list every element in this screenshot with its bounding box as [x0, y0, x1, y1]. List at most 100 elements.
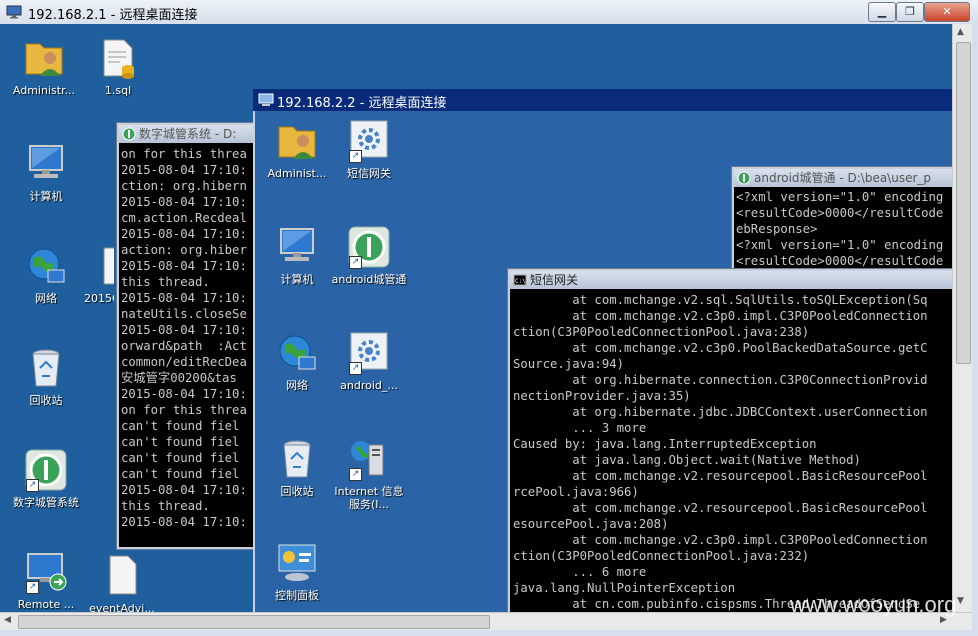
console-line: 2015-08-04 17:10: — [121, 387, 247, 401]
console-line: on for this threa — [121, 147, 247, 161]
desktop-icon-label: 计算机 — [280, 273, 314, 286]
window-frame-right — [972, 24, 978, 636]
scroll-down-arrow-icon[interactable]: ▼ — [957, 596, 964, 606]
vertical-scrollbar[interactable]: ▲ ▼ — [952, 24, 973, 612]
console-line: at com.mchange.v2.c3p0.impl.C3P0PooledCo… — [513, 309, 928, 323]
desktop2-icon-android-gear[interactable]: ↗ android_... — [329, 331, 409, 392]
console-line: this thread. — [121, 499, 210, 513]
inner-window-title: 192.168.2.2 - 远程桌面连接 — [277, 96, 447, 111]
shortcut-arrow-icon: ↗ — [349, 468, 362, 481]
console-line: ebResponse> — [736, 222, 818, 236]
desktop2-icon-sms-gateway[interactable]: ↗ 短信网关 — [329, 119, 409, 180]
file-icon — [109, 555, 137, 595]
desktop-icon-administrator[interactable]: Administr... — [4, 36, 84, 97]
inner-remote-window[interactable]: 192.168.2.2 - 远程桌面连接 Administ... ↗ 短信网关 … — [253, 89, 960, 618]
network-icon — [279, 335, 316, 370]
desktop2-icon-computer[interactable]: 计算机 — [257, 225, 337, 286]
desktop-icon-label: Internet 信息服务(I... — [334, 485, 404, 511]
console-line: at com.mchange.v2.resourcepool.BasicReso… — [513, 469, 928, 483]
console-line: can't found fiel — [121, 451, 240, 465]
console-line: on for this threa — [121, 403, 247, 417]
recycle-bin-icon — [283, 440, 311, 478]
app-icon — [737, 171, 751, 185]
desktop2-icon-administrator[interactable]: Administ... — [257, 119, 337, 180]
console-line: <resultCode>0000</resultCode — [736, 254, 944, 268]
console-line: <?xml version="1.0" encoding — [736, 190, 944, 204]
console-line: 2015-08-04 17:10: — [121, 195, 247, 209]
console-line: nateUtils.closeSe — [121, 307, 247, 321]
remote-desktop-1[interactable]: Administr... 1.sql 计算机 网络 2015 回收站 ↗ 数字城… — [0, 24, 960, 618]
desktop-icon-label: Administ... — [267, 167, 327, 180]
console-line: 2015-08-04 17:10: — [121, 259, 247, 273]
console-line: ction: org.hibern — [121, 179, 247, 193]
desktop-icon-event-advi[interactable]: eventAdvi... — [82, 554, 162, 615]
desktop-icon-network[interactable]: 网络 — [6, 244, 86, 305]
desktop-icon-label: 计算机 — [29, 190, 63, 203]
console-line: can't found fiel — [121, 467, 240, 481]
minimize-button[interactable]: ▁ — [868, 2, 896, 22]
console-title: android城管通 - D:\bea\user_p — [754, 171, 932, 185]
console-titlebar[interactable]: C:\ 短信网关 — [510, 271, 958, 289]
console-line: at java.lang.Object.wait(Native Method) — [513, 453, 861, 467]
shortcut-arrow-icon: ↗ — [26, 479, 39, 492]
scroll-up-arrow-icon[interactable]: ▲ — [957, 27, 964, 37]
user-folder-icon — [278, 126, 316, 159]
console-line: 2015-08-04 17:10: — [121, 323, 247, 337]
desktop-icon-label: android_... — [340, 379, 398, 392]
desktop2-icon-recycle-bin[interactable]: 回收站 — [257, 437, 337, 498]
console-titlebar[interactable]: android城管通 - D:\bea\user_p — [734, 169, 956, 187]
console-line: at com.mchange.v2.resourcepool.BasicReso… — [513, 501, 928, 515]
console-line: 2015-08-04 17:10: — [121, 483, 247, 497]
remote-desktop-2[interactable]: Administ... ↗ 短信网关 计算机 ↗ android城管通 网络 ↗… — [253, 111, 960, 618]
console-window-sms-gateway[interactable]: C:\ 短信网关 at com.mchange.v2.sql.SqlUtils.… — [508, 269, 960, 618]
desktop-icon-label: 回收站 — [280, 485, 314, 498]
console-line: Source.java:94) — [513, 357, 625, 371]
console-window-city-system[interactable]: 数字城管系统 - D: on for this threa 2015-08-04 … — [117, 123, 257, 549]
desktop-icon-remote[interactable]: ↗ Remote ... — [6, 550, 86, 611]
console-line: can't found fiel — [121, 419, 240, 433]
console-line: common/editRecDea — [121, 355, 247, 369]
console-line: ... 3 more — [513, 421, 647, 435]
restore-button[interactable]: ❐ — [896, 2, 924, 22]
console-line: action: org.hiber — [121, 243, 247, 257]
console-line: cm.action.Recdeal — [121, 211, 247, 225]
recycle-bin-icon — [32, 349, 60, 387]
console-line: rcePool.java:966) — [513, 485, 639, 499]
console-line: <resultCode>0000</resultCode — [736, 206, 944, 220]
desktop-icon-city-system[interactable]: ↗ 数字城管系统 — [6, 448, 86, 509]
desktop2-icon-android-city[interactable]: ↗ android城管通 — [329, 225, 409, 286]
control-panel-icon — [278, 544, 316, 581]
desktop-icon-2015-file[interactable]: 2015C — [80, 244, 114, 305]
scroll-left-arrow-icon[interactable]: ◀ — [4, 615, 11, 625]
close-button[interactable]: ✕ — [924, 2, 970, 22]
console-line: this thread. — [121, 275, 210, 289]
console-line: 2015-08-04 17:10: — [121, 163, 247, 177]
user-folder-icon — [25, 43, 63, 76]
desktop-icon-label: Remote ... — [17, 598, 75, 611]
shortcut-arrow-icon: ↗ — [26, 581, 39, 594]
desktop-icon-sql-file[interactable]: 1.sql — [78, 36, 158, 97]
shortcut-arrow-icon: ↗ — [349, 256, 362, 269]
desktop-icon-label: 回收站 — [29, 394, 63, 407]
console-line: at com.mchange.v2.sql.SqlUtils.toSQLExce… — [513, 293, 928, 307]
desktop2-icon-control-panel[interactable]: 控制面板 — [257, 541, 337, 602]
inner-window-titlebar[interactable]: 192.168.2.2 - 远程桌面连接 — [253, 89, 953, 111]
console-line: at com.mchange.v2.c3p0.PoolBackedDataSou… — [513, 341, 928, 355]
horizontal-scroll-thumb[interactable] — [18, 615, 490, 629]
console-line: can't found fiel — [121, 435, 240, 449]
desktop-icon-recycle-bin[interactable]: 回收站 — [6, 346, 86, 407]
desktop-icon-label: 控制面板 — [275, 589, 319, 602]
desktop2-icon-network[interactable]: 网络 — [257, 331, 337, 392]
desktop-icon-label: 2015C — [84, 292, 114, 305]
vertical-scroll-thumb[interactable] — [956, 42, 971, 364]
desktop-icon-computer[interactable]: 计算机 — [6, 142, 86, 203]
console-line: at org.hibernate.jdbc.JDBCContext.userCo… — [513, 405, 928, 419]
outer-window-titlebar[interactable]: 192.168.2.1 - 远程桌面连接 ▁ ❐ ✕ — [0, 0, 978, 25]
file-icon — [103, 247, 114, 285]
console-line: orward&path :Act — [121, 339, 247, 353]
remote-desktop-icon — [6, 5, 22, 19]
computer-icon — [280, 228, 314, 261]
desktop2-icon-iis[interactable]: ↗ Internet 信息服务(I... — [329, 437, 409, 511]
console-titlebar[interactable]: 数字城管系统 - D: — [119, 125, 255, 143]
watermark: www.wooyun.org — [790, 592, 957, 617]
